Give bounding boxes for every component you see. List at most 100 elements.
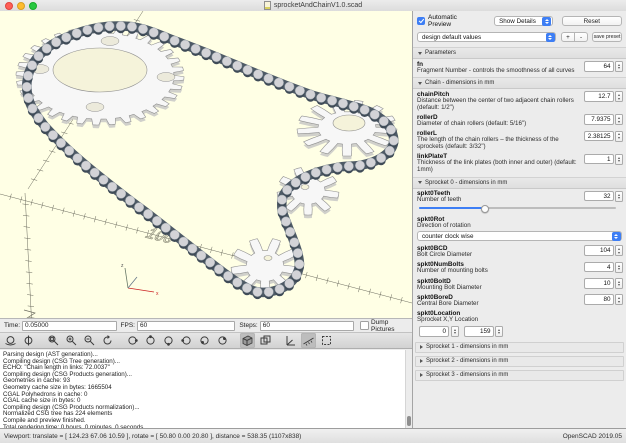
spkt0BCD-value-field[interactable]: 104 <box>584 245 614 256</box>
view-front-icon[interactable] <box>197 333 212 348</box>
section-sprocket2-collapsed[interactable]: Sprocket 2 - dimensions in mm <box>415 356 624 367</box>
zoom-to-fit-icon[interactable] <box>46 333 61 348</box>
section-sprocket1-label: Sprocket 1 - dimensions in mm <box>426 344 508 350</box>
spkt0Location-x-stepper[interactable] <box>451 326 459 337</box>
document-icon <box>264 1 271 10</box>
dump-pictures-checkbox[interactable] <box>360 321 369 330</box>
orthogonal-icon[interactable] <box>258 333 273 348</box>
add-preset-button[interactable]: + <box>561 32 575 42</box>
statusbar: Viewport: translate = [ 124.23 67.06 10.… <box>0 428 626 443</box>
show-scale-markers-icon[interactable] <box>301 333 316 348</box>
fps-input[interactable] <box>137 321 235 331</box>
detail-level-value: Show Details <box>495 18 542 25</box>
param-desc: Direction of rotation <box>417 223 577 230</box>
rollerD-stepper[interactable] <box>615 114 623 125</box>
openscad-window: sprocketAndChainV1.0.scad 100xz Time: FP… <box>0 0 626 443</box>
param-desc: Central Bore Diameter <box>417 301 577 308</box>
fn-value-field[interactable]: 64 <box>584 61 614 72</box>
spkt0BoreD-value-field[interactable]: 80 <box>584 294 614 305</box>
expand-triangle-icon <box>420 345 423 349</box>
section-parameters[interactable]: Parameters <box>413 47 626 59</box>
rollerL-stepper[interactable] <box>615 131 623 142</box>
preset-value: design default values <box>418 34 545 41</box>
view-left-icon[interactable] <box>179 333 194 348</box>
section-sprocket1-collapsed[interactable]: Sprocket 1 - dimensions in mm <box>415 342 624 353</box>
param-spkt0NumBolts: spkt0NumBolts Number of mounting bolts 4 <box>413 260 626 276</box>
spkt0Location-x-field[interactable]: 0 <box>419 326 449 337</box>
view-bottom-icon[interactable] <box>161 333 176 348</box>
spkt0NumBolts-value-field[interactable]: 4 <box>584 262 614 273</box>
param-spkt0BoltD: spkt0BoltD Mounting Bolt Diameter 10 <box>413 276 626 292</box>
preset-dropdown[interactable]: design default values <box>417 32 556 42</box>
zoom-in-icon[interactable] <box>64 333 79 348</box>
slider-thumb[interactable] <box>481 205 489 213</box>
spkt0BoreD-stepper[interactable] <box>615 294 623 305</box>
view-top-icon[interactable] <box>143 333 158 348</box>
steps-input[interactable] <box>260 321 355 331</box>
param-desc: Fragment Number - controls the smoothnes… <box>417 68 577 75</box>
view-all-icon[interactable] <box>3 333 18 348</box>
view-area-icon[interactable] <box>319 333 334 348</box>
view-right-icon[interactable] <box>125 333 140 348</box>
view-center-icon[interactable] <box>21 333 36 348</box>
param-spkt0BoreD: spkt0BoreD Central Bore Diameter 80 <box>413 292 626 308</box>
window-title: sprocketAndChainV1.0.scad <box>274 2 362 9</box>
console[interactable]: Parsing design (AST generation)...Compil… <box>0 350 412 428</box>
fps-label: FPS: <box>121 322 135 329</box>
view-back-icon[interactable] <box>215 333 230 348</box>
spkt0BoltD-stepper[interactable] <box>615 278 623 289</box>
time-input[interactable] <box>22 321 117 331</box>
remove-preset-button[interactable]: - <box>575 32 588 42</box>
param-desc: Number of mounting bolts <box>417 268 577 275</box>
collapse-triangle-icon <box>418 181 422 184</box>
section-sprocket3-collapsed[interactable]: Sprocket 3 - dimensions in mm <box>415 370 624 381</box>
chainPitch-stepper[interactable] <box>615 91 623 102</box>
spkt0Teeth-slider[interactable] <box>419 204 616 212</box>
zoom-out-icon[interactable] <box>82 333 97 348</box>
save-preset-button[interactable]: save preset <box>592 32 622 42</box>
section-sprocket0[interactable]: Sprocket 0 - dimensions in mm <box>413 177 626 189</box>
detail-level-dropdown[interactable]: Show Details <box>494 16 553 26</box>
collapse-triangle-icon <box>418 82 422 85</box>
spkt0Teeth-stepper[interactable] <box>615 191 623 202</box>
spkt0NumBolts-stepper[interactable] <box>615 262 623 273</box>
rollerL-value-field[interactable]: 2.38125 <box>584 131 614 142</box>
reset-button[interactable]: Reset <box>562 16 622 26</box>
chainPitch-value-field[interactable]: 12.7 <box>584 91 614 102</box>
console-scrollbar-thumb[interactable] <box>407 416 411 426</box>
param-desc: Sprocket X,Y Location <box>417 317 577 324</box>
bore-hole <box>53 48 147 92</box>
console-scrollbar[interactable] <box>405 350 412 428</box>
animation-bar: Time: FPS: Steps: Dump Pictures <box>0 319 412 332</box>
linkPlateT-stepper[interactable] <box>615 154 623 165</box>
section-parameters-label: Parameters <box>425 50 456 56</box>
linkPlateT-value-field[interactable]: 1 <box>584 154 614 165</box>
show-axes-icon[interactable] <box>283 333 298 348</box>
param-spkt0Location: spkt0Location Sprocket X,Y Location <box>413 309 626 325</box>
perspective-icon[interactable] <box>240 333 255 348</box>
expand-triangle-icon <box>420 373 423 377</box>
rollerD-value-field[interactable]: 7.9375 <box>584 114 614 125</box>
spkt0Teeth-value-field[interactable]: 32 <box>584 191 614 202</box>
param-desc: Distance between the center of two adjac… <box>417 98 577 112</box>
viewport-3d[interactable]: 100xz <box>0 11 412 319</box>
section-sprocket0-label: Sprocket 0 - dimensions in mm <box>425 180 507 186</box>
fn-stepper[interactable] <box>615 61 623 72</box>
spkt0Location-y-stepper[interactable] <box>495 326 503 337</box>
reset-view-icon[interactable] <box>100 333 115 348</box>
spkt0Location-fields: 0 159 <box>413 325 626 339</box>
spkt0BoltD-value-field[interactable]: 10 <box>584 278 614 289</box>
param-fn: fn Fragment Number - controls the smooth… <box>413 59 626 75</box>
section-chain[interactable]: Chain - dimensions in mm <box>413 77 626 89</box>
spkt0Rot-value: counter clock wise <box>418 233 611 240</box>
time-label: Time: <box>4 322 20 329</box>
section-chain-label: Chain - dimensions in mm <box>425 80 494 86</box>
collapse-triangle-icon <box>418 52 422 55</box>
spkt0BCD-stepper[interactable] <box>615 245 623 256</box>
spkt0Rot-dropdown[interactable]: counter clock wise <box>417 231 622 241</box>
param-desc: Diameter of chain rollers (default: 5/16… <box>417 121 577 128</box>
param-linkPlateT: linkPlateT Thickness of the link plates … <box>413 152 626 175</box>
automatic-preview-checkbox[interactable] <box>417 17 425 25</box>
spkt0Location-y-field[interactable]: 159 <box>464 326 494 337</box>
param-rollerD: rollerD Diameter of chain rollers (defau… <box>413 112 626 128</box>
